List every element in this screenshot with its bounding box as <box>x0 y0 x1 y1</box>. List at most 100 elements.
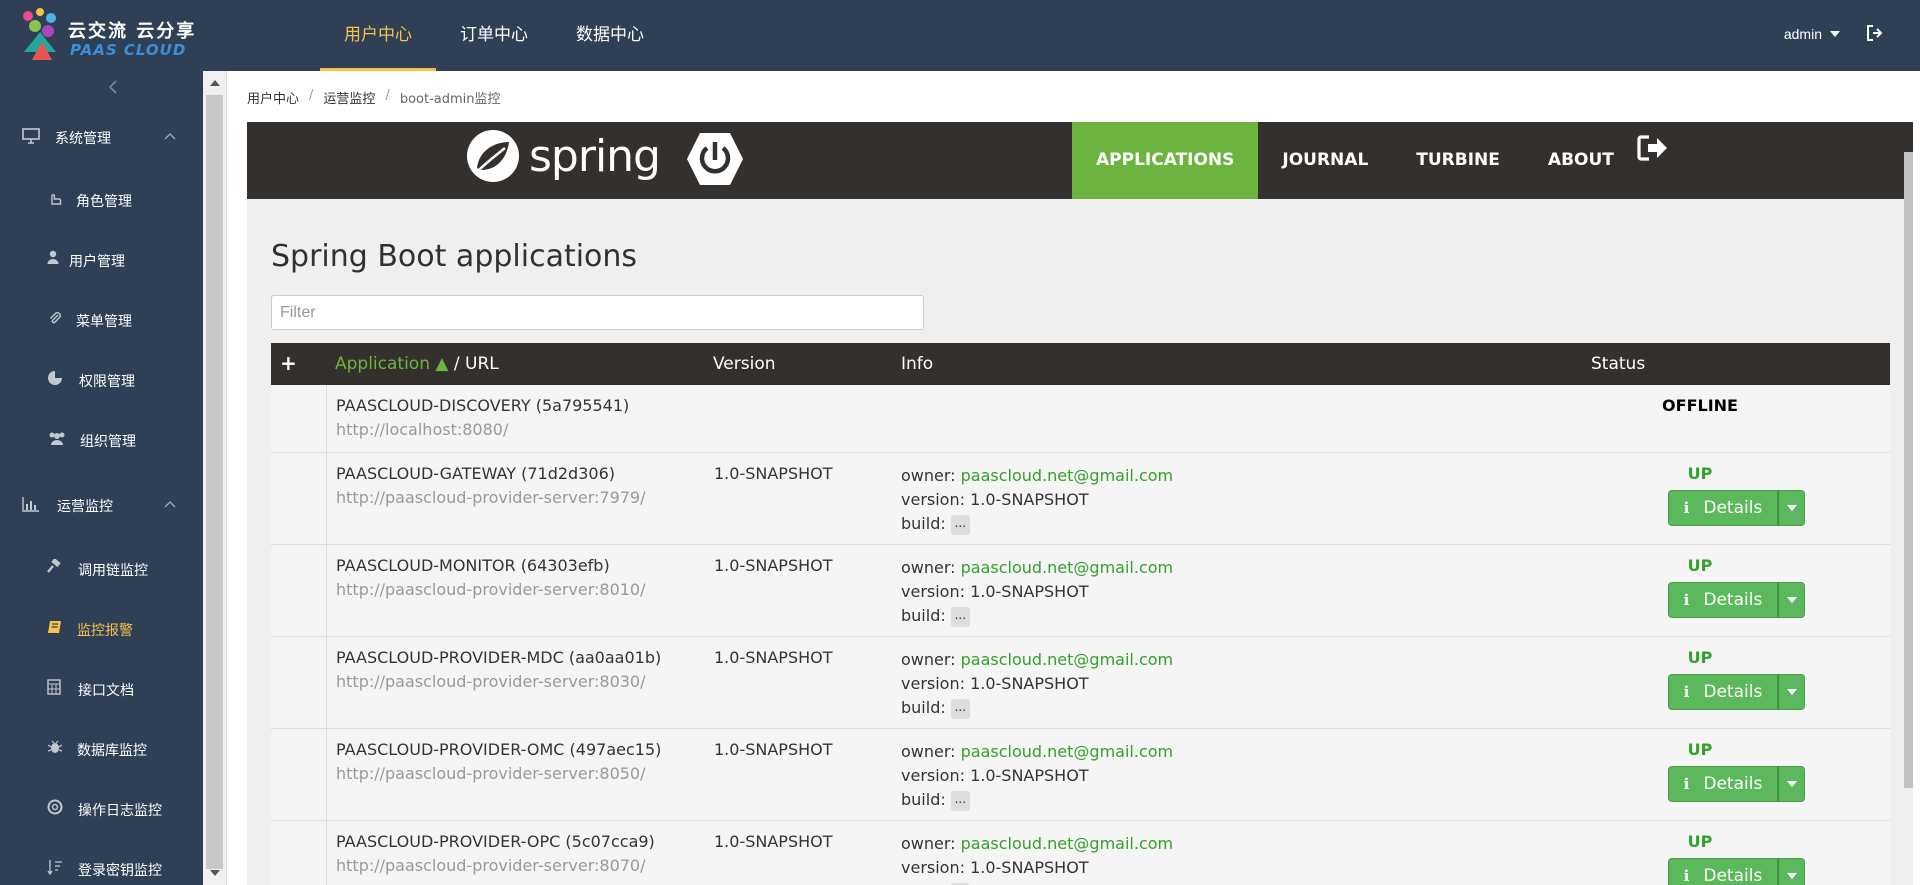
build-expand-button[interactable]: ... <box>950 790 970 811</box>
user-menu[interactable]: admin <box>1784 26 1840 42</box>
scrollbar-thumb[interactable] <box>206 95 223 869</box>
owner-email-link[interactable]: paascloud.net@gmail.com <box>961 834 1173 853</box>
users-icon <box>47 430 67 450</box>
sign-out-icon[interactable] <box>1637 134 1669 167</box>
table-row[interactable]: PAASCLOUD-PROVIDER-MDC (aa0aa01b) http:/… <box>271 637 1890 729</box>
sba-tab-applications[interactable]: APPLICATIONS <box>1072 122 1259 199</box>
details-label: Details <box>1703 866 1763 885</box>
owner-email-link[interactable]: paascloud.net@gmail.com <box>961 466 1173 485</box>
app-info: owner: paascloud.net@gmail.com version: … <box>901 740 1173 812</box>
info-icon: i <box>1683 683 1690 701</box>
info-version-value: 1.0-SNAPSHOT <box>970 490 1089 509</box>
column-application[interactable]: Application ▲ / URL <box>335 354 499 374</box>
spring-logo[interactable]: spring <box>465 128 661 184</box>
row-expand-cell[interactable] <box>271 637 327 728</box>
table-row[interactable]: PAASCLOUD-PROVIDER-OMC (497aec15) http:/… <box>271 729 1890 821</box>
logout-icon[interactable] <box>1866 24 1884 47</box>
details-button[interactable]: i Details <box>1668 490 1778 526</box>
build-expand-button[interactable]: ... <box>950 698 970 719</box>
details-button[interactable]: i Details <box>1668 674 1778 710</box>
table-row[interactable]: PAASCLOUD-MONITOR (64303efb) http://paas… <box>271 545 1890 637</box>
build-expand-button[interactable]: ... <box>950 514 970 535</box>
table-row[interactable]: PAASCLOUD-GATEWAY (71d2d306) http://paas… <box>271 453 1890 545</box>
details-dropdown-toggle[interactable] <box>1778 582 1805 618</box>
table-header: + Application ▲ / URL Version Info Statu… <box>271 343 1890 385</box>
owner-email-link[interactable]: paascloud.net@gmail.com <box>961 650 1173 669</box>
breadcrumb-item[interactable]: 运营监控 <box>323 88 375 107</box>
app-url[interactable]: http://paascloud-provider-server:7979/ <box>336 488 646 507</box>
details-dropdown-toggle[interactable] <box>1778 674 1805 710</box>
sba-tab-turbine[interactable]: TURBINE <box>1392 122 1524 199</box>
sidebar-item-permission[interactable]: 权限管理 <box>0 359 203 399</box>
row-expand-cell[interactable] <box>271 545 327 636</box>
sidebar-item-db-monitor[interactable]: 数据库监控 <box>0 728 203 768</box>
main-scrollbar[interactable] <box>203 71 227 885</box>
table-row[interactable]: PAASCLOUD-PROVIDER-OPC (5c07cca9) http:/… <box>271 821 1890 885</box>
expand-all-plus-icon[interactable]: + <box>280 351 297 375</box>
chevron-down-icon <box>1830 31 1840 37</box>
details-button[interactable]: i Details <box>1668 582 1778 618</box>
info-owner-label: owner: <box>901 650 961 669</box>
app-url[interactable]: http://paascloud-provider-server:8070/ <box>336 856 646 875</box>
sidebar-item-key-monitor[interactable]: 登录密钥监控 <box>0 848 203 885</box>
app-name: PAASCLOUD-PROVIDER-OMC (497aec15) <box>336 740 662 759</box>
app-url[interactable]: http://localhost:8080/ <box>336 420 508 439</box>
status-badge: UP <box>1687 832 1713 851</box>
row-expand-cell[interactable] <box>271 729 327 820</box>
sidebar-item-oplog-monitor[interactable]: 操作日志监控 <box>0 788 203 828</box>
sidebar-group-system[interactable]: 系统管理 <box>0 117 203 157</box>
life-ring-icon <box>47 799 63 819</box>
app-name: PAASCLOUD-MONITOR (64303efb) <box>336 556 610 575</box>
breadcrumb-item[interactable]: 用户中心 <box>247 88 299 107</box>
top-nav-order-center[interactable]: 订单中心 <box>436 0 552 71</box>
column-status: Status <box>1591 354 1646 374</box>
app-url[interactable]: http://paascloud-provider-server:8010/ <box>336 580 646 599</box>
sidebar-item-api-docs[interactable]: 接口文档 <box>0 668 203 708</box>
caret-down-icon <box>1786 505 1797 511</box>
info-build-label: build: <box>901 514 951 533</box>
sba-scrollbar[interactable] <box>1904 152 1913 788</box>
info-version-value: 1.0-SNAPSHOT <box>970 858 1089 877</box>
sidebar-item-menu[interactable]: 菜单管理 <box>0 299 203 339</box>
table-row[interactable]: PAASCLOUD-DISCOVERY (5a795541) http://lo… <box>271 385 1890 453</box>
sidebar-item-alert[interactable]: 监控报警 <box>0 608 203 648</box>
app-url[interactable]: http://paascloud-provider-server:8050/ <box>336 764 646 783</box>
app-version: 1.0-SNAPSHOT <box>714 464 833 483</box>
paperclip-icon <box>47 310 63 330</box>
owner-email-link[interactable]: paascloud.net@gmail.com <box>961 742 1173 761</box>
breadcrumb-item-current: boot-admin监控 <box>399 92 501 107</box>
top-nav-user-center[interactable]: 用户中心 <box>320 0 436 71</box>
sidebar-group-ops[interactable]: 运营监控 <box>0 485 203 525</box>
app-version: 1.0-SNAPSHOT <box>714 740 833 759</box>
details-dropdown-toggle[interactable] <box>1778 766 1805 802</box>
build-expand-button[interactable]: ... <box>950 606 970 627</box>
row-expand-cell[interactable] <box>271 453 327 544</box>
sidebar-item-user[interactable]: 用户管理 <box>0 239 203 279</box>
details-button[interactable]: i Details <box>1668 766 1778 802</box>
sidebar-item-tracing[interactable]: 调用链监控 <box>0 548 203 588</box>
row-expand-cell[interactable] <box>271 821 327 885</box>
top-nav: 用户中心 订单中心 数据中心 <box>320 0 668 71</box>
column-application-sorted[interactable]: Application ▲ <box>335 354 448 374</box>
scroll-down-arrow-icon[interactable] <box>210 870 220 876</box>
paascloud-logo[interactable]: 云交流 云分享 PAAS CLOUD <box>18 4 218 66</box>
row-expand-cell[interactable] <box>271 385 327 452</box>
details-dropdown-toggle[interactable] <box>1778 858 1805 885</box>
filter-input[interactable] <box>271 295 924 330</box>
calculator-icon <box>47 679 61 699</box>
sba-tab-about[interactable]: ABOUT <box>1524 122 1638 199</box>
sba-tab-journal[interactable]: JOURNAL <box>1258 122 1392 199</box>
owner-email-link[interactable]: paascloud.net@gmail.com <box>961 558 1173 577</box>
top-nav-data-center[interactable]: 数据中心 <box>552 0 668 71</box>
details-dropdown-toggle[interactable] <box>1778 490 1805 526</box>
details-button-group: i Details <box>1668 858 1805 885</box>
chevron-left-icon[interactable] <box>106 77 120 97</box>
sidebar-item-org[interactable]: 组织管理 <box>0 419 203 459</box>
app-url[interactable]: http://paascloud-provider-server:8030/ <box>336 672 646 691</box>
sidebar-item-label: 用户管理 <box>69 254 125 270</box>
page-title: Spring Boot applications <box>271 239 638 274</box>
details-label: Details <box>1703 590 1763 610</box>
sidebar-item-role[interactable]: 角色管理 <box>0 179 203 219</box>
scroll-up-arrow-icon[interactable] <box>210 80 220 86</box>
details-button[interactable]: i Details <box>1668 858 1778 885</box>
